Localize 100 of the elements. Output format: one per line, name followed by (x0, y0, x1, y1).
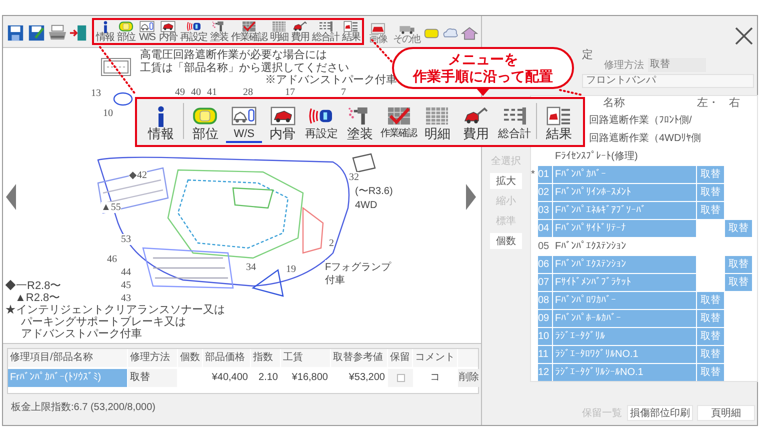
side-button[interactable]: 拡大 (490, 173, 522, 189)
cloud-icon[interactable] (442, 26, 459, 40)
callout-number: 19 (286, 264, 296, 275)
callout-number: 53 (121, 234, 131, 245)
side-cell: 取替 (725, 256, 753, 273)
part-label: (〜R3.6) (355, 184, 393, 199)
row-number: 04 (538, 220, 553, 237)
menu-button[interactable]: 作業確認 (230, 20, 268, 43)
part-group-dropdown[interactable]: フロントバンパ (582, 74, 754, 88)
column-header: 修理方法 (128, 349, 178, 367)
menu-button[interactable]: W/S (137, 20, 157, 43)
side-cell: 取替 (697, 310, 725, 327)
menu-button[interactable]: 部位 (186, 105, 224, 143)
part-name[interactable]: 回路遮断作業（ﾌﾛﾝﾄ側/ (589, 112, 697, 129)
table-cell: ¥40,400 (203, 369, 251, 387)
toolbar-button[interactable]: 画像 (368, 22, 388, 45)
save-icon[interactable] (6, 24, 25, 42)
car-outline-icon (138, 20, 156, 33)
note-text: アドバンストパーク付車 (21, 328, 142, 340)
note-text: ★インテリジェントクリアランスソナー又は (5, 304, 225, 316)
menu-button[interactable]: 内骨 (158, 20, 178, 43)
row-number: 11 (538, 346, 553, 363)
callout-number: 41 (207, 87, 217, 98)
menu-button[interactable]: 情報 (95, 21, 115, 43)
part-name[interactable]: Fﾊﾞﾝﾊﾟｴｸｽﾃﾝｼｮﾝ (553, 238, 697, 255)
info-icon (102, 21, 108, 33)
row-number: 12 (538, 364, 553, 381)
save-as-icon[interactable] (27, 24, 46, 42)
column-header: 名称 (603, 96, 626, 111)
close-icon[interactable] (734, 26, 754, 46)
field-label: 修理方法 (604, 58, 644, 72)
side-cell: 取替 (697, 166, 725, 183)
hold-checkbox[interactable] (396, 374, 404, 382)
action-button[interactable]: 頁明細 (697, 405, 755, 421)
side-cell: 取替 (697, 364, 725, 381)
menu-button[interactable]: 明細 (269, 20, 289, 43)
menu-button[interactable]: 結果 (540, 105, 578, 143)
callout-number: ◆42 (129, 170, 147, 181)
row-number: 01 (538, 166, 553, 183)
callout-number: 34 (246, 262, 256, 273)
house-icon[interactable] (461, 26, 478, 40)
column-header: 保留 (388, 349, 413, 367)
part-name[interactable]: Fﾗｲｾﾝｽﾌﾟﾚｰﾄ(修理) (553, 148, 697, 165)
delete-button[interactable]: 削除 (458, 369, 480, 387)
column-header: 修理項目/部品名称 (8, 349, 128, 367)
row-number: 09 (538, 310, 553, 327)
action-button[interactable]: 損傷部位印刷 (627, 405, 693, 421)
column-header: 指数 (251, 349, 281, 367)
callout-number: 10 (103, 108, 113, 119)
table-cell: 2.10 (251, 369, 281, 387)
menu-button[interactable]: 作業確認 (380, 105, 418, 143)
side-button[interactable]: 個数 (490, 233, 522, 249)
callout-number: 45 (121, 280, 131, 291)
side-cell: 取替 (725, 274, 753, 291)
next-arrow-icon[interactable] (466, 184, 476, 210)
menu-button[interactable]: 再設定 (302, 105, 340, 143)
callout-number: ▲55 (101, 202, 121, 213)
label-box-icon (101, 58, 131, 76)
note-text: 高電圧回路遮断作業が必要な場合には (140, 49, 327, 62)
toolbar-button[interactable]: その他 (392, 22, 421, 45)
menu-button[interactable]: W/S (225, 105, 263, 143)
menu-button[interactable]: 塗装 (209, 20, 229, 43)
info-icon (156, 106, 166, 127)
menu-button[interactable]: 部位 (116, 20, 136, 43)
previous-arrow-icon[interactable] (6, 184, 16, 210)
column-header: 右 (728, 96, 741, 111)
menu-button[interactable]: 情報 (142, 106, 180, 143)
side-cell: 取替 (697, 328, 725, 345)
column-header: 個数 (178, 349, 203, 367)
ellipse-icon (113, 92, 133, 106)
table-cell: 取替 (128, 369, 178, 387)
table-cell: ¥16,800 (281, 369, 331, 387)
menu-button[interactable]: 総合計 (311, 20, 340, 43)
menu-button[interactable]: 明細 (418, 105, 456, 143)
row-number: 06 (538, 256, 553, 273)
menu-button[interactable]: 再設定 (179, 20, 208, 43)
menu-button[interactable]: 費用 (457, 105, 495, 143)
row-number: 10 (538, 328, 553, 345)
callout-number: 49 (175, 87, 185, 98)
menu-button[interactable]: 塗装 (341, 105, 379, 143)
side-cell: 取替 (697, 202, 725, 219)
column-header: 取替参考値 (331, 349, 388, 367)
column-header: 部品価格 (203, 349, 251, 367)
column-header: 工賃 (281, 349, 331, 367)
repair-method-dropdown[interactable]: 取替 (648, 58, 706, 72)
exit-door-icon[interactable] (69, 24, 88, 42)
menu-button[interactable]: 内骨 (264, 105, 302, 143)
callout-number: 43 (121, 293, 131, 304)
menu-button[interactable]: 結果 (341, 20, 361, 43)
printer-icon[interactable] (48, 24, 67, 42)
column-header: コメント (413, 349, 458, 367)
menu-button[interactable]: 費用 (290, 20, 310, 43)
note-text: ◆一R2.8〜 (5, 280, 62, 292)
callout-number: 32 (349, 172, 359, 183)
callout-number: 13 (91, 88, 101, 99)
note-text: 工賃は「部品名称」から選択してください (140, 62, 349, 75)
setting-label: 定 (582, 49, 593, 61)
callout-number: 2 (329, 238, 334, 249)
note-text: ▲R2.8〜 (15, 292, 60, 304)
menu-button[interactable]: 総合計 (496, 105, 534, 143)
